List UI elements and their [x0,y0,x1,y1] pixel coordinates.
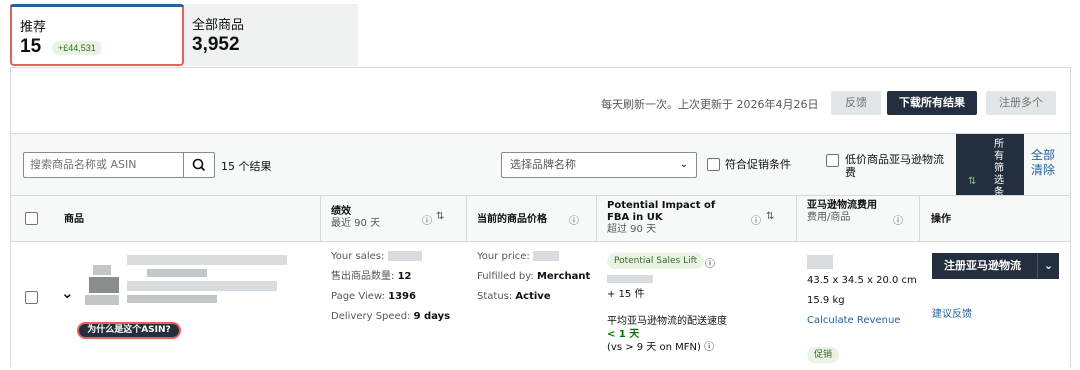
low-price-checkbox-label: 低价商品亚马逊物流费 [845,153,944,179]
revenue-badge: +£44,531 [52,41,102,55]
calculate-revenue-link[interactable]: Calculate Revenue [807,311,917,331]
fee-cell: 43.5 x 34.5 x 20.0 cm 15.9 kg Calculate … [807,271,917,331]
col-impact-title: Potential Impact of FBA in UK [607,200,716,223]
col-price: 当前的商品价格 [477,214,547,225]
clear-all-link[interactable]: 全部清除 [1031,148,1061,178]
product-title[interactable] [127,255,297,311]
status-label: Status: [477,291,513,302]
sales-lift-tag: Potential Sales Lift [607,253,705,269]
info-icon[interactable]: ⓘ [705,255,715,270]
result-count: 15 个结果 [221,160,272,173]
pageview-value: 1396 [388,291,416,302]
search-button[interactable] [183,152,215,178]
tab-all-products[interactable]: 全部商品 3,952 [184,4,358,66]
promo-checkbox[interactable] [707,158,720,171]
tab-recommended-label: 推荐 [20,20,47,35]
register-multiple-button[interactable]: 注册多个 [986,91,1056,115]
col-actions: 操作 [931,214,951,225]
column-divider [919,196,920,242]
sales-label: Your sales: [331,251,385,262]
impact-value-redacted [607,275,653,283]
filter-bar: 搜索商品名称或 ASIN 15 个结果 选择品牌名称 ⌄ 符合促销条件 低价商品… [11,134,1070,198]
info-icon[interactable]: ⓘ [751,212,761,227]
fee-value-redacted [807,255,833,269]
column-divider [466,196,467,242]
all-filters-button[interactable]: ⇅ 所有筛选条 [956,134,1024,198]
info-bar: 每天刷新一次。上次更新于 2026年4月26日 反馈 下载所有结果 注册多个 [11,68,1070,134]
mfn-compare: (vs > 9 天 on MFN) [607,342,701,353]
info-icon[interactable]: ⓘ [569,212,579,227]
filter-sort-icon: ⇅ [968,176,977,187]
register-fba-button[interactable]: 注册亚马逊物流 ⌄ [932,253,1059,279]
recommendations-panel: 每天刷新一次。上次更新于 2026年4月26日 反馈 下载所有结果 注册多个 搜… [10,67,1071,367]
impact-units: + 15 件 [607,289,645,300]
price-label: Your price: [477,251,530,262]
units-value: 12 [397,271,412,282]
info-icon[interactable]: ⓘ [704,342,714,353]
product-image[interactable] [83,263,123,311]
price-value-redacted [532,251,559,261]
row-checkbox[interactable] [25,291,38,304]
col-fee-title: 亚马逊物流费用 [807,200,877,211]
fba-speed-title: 平均亚马逊物流的配送速度 [607,316,727,327]
units-label: 售出商品数量: [331,271,395,282]
summary-tabs: 推荐 15 +£44,531 全部商品 3,952 [10,4,358,66]
col-product: 商品 [64,214,84,225]
sort-icon[interactable]: ⇅ [436,211,444,222]
col-fee: 亚马逊物流费用 费用/商品 [807,200,877,224]
chevron-down-icon: ⌄ [679,159,688,170]
status-value: Active [515,291,551,302]
tab-recommended-count: 15 [20,36,42,57]
search-icon [192,158,206,172]
suggest-feedback-link[interactable]: 建议反馈 [932,305,972,325]
col-performance[interactable]: 绩效 最近 90 天 [331,206,380,230]
chevron-down-icon[interactable]: ⌄ [1037,253,1059,279]
pageview-label: Page View: [331,291,385,302]
register-fba-label: 注册亚马逊物流 [944,259,1021,272]
impact-speed-block: 平均亚马逊物流的配送速度 < 1 天 (vs > 9 天 on MFN) ⓘ [607,315,727,354]
info-icon[interactable]: ⓘ [422,212,432,227]
fulfilled-value: Merchant [536,271,591,282]
column-divider [796,196,797,242]
col-performance-title: 绩效 [331,206,351,217]
promo-checkbox-label: 符合促销条件 [725,158,791,171]
select-all-checkbox[interactable] [25,212,38,225]
sort-icon[interactable]: ⇅ [766,211,774,222]
column-divider [596,196,597,242]
update-note: 每天刷新一次。上次更新于 2026年4月26日 [601,98,819,111]
chevron-down-icon[interactable]: ⌄ [61,284,74,302]
package-weight: 15.9 kg [807,295,845,306]
all-filters-label: 所有筛选条 [994,139,1004,198]
download-all-button[interactable]: 下载所有结果 [887,91,977,115]
col-impact[interactable]: Potential Impact of FBA in UK 超过 90 天 [607,200,737,236]
search-input[interactable]: 搜索商品名称或 ASIN [23,152,184,178]
col-impact-sub: 超过 90 天 [607,224,657,235]
column-divider [320,196,321,242]
promotion-tag: 促销 [807,347,840,363]
table-row: ⌄ 为什么是这个ASIN? Your sales: 售出商品数量: 12 Pag… [11,243,1070,367]
brand-select-placeholder: 选择品牌名称 [510,158,576,171]
info-icon[interactable]: ⓘ [893,212,903,227]
tab-all-products-count: 3,952 [192,34,240,55]
package-dimensions: 43.5 x 34.5 x 20.0 cm [807,275,917,286]
brand-select[interactable]: 选择品牌名称 ⌄ [501,152,697,178]
fba-speed-value: < 1 天 [607,329,640,340]
feedback-button[interactable]: 反馈 [831,91,881,115]
tab-recommended[interactable]: 推荐 15 +£44,531 [10,4,184,66]
why-this-asin-badge[interactable]: 为什么是这个ASIN? [77,322,181,339]
low-price-checkbox[interactable] [826,154,839,167]
tab-all-products-label: 全部商品 [192,18,245,33]
speed-value: 9 days [413,311,451,322]
speed-label: Delivery Speed: [331,311,411,322]
col-performance-sub: 最近 90 天 [331,218,381,229]
col-fee-sub: 费用/商品 [807,212,851,223]
performance-cell: Your sales: 售出商品数量: 12 Page View: 1396 D… [331,247,450,327]
price-cell: Your price: Fulfilled by: Merchant Statu… [477,247,590,307]
table-header: 商品 绩效 最近 90 天 ⓘ ⇅ 当前的商品价格 ⓘ Potential Im… [11,196,1070,242]
fulfilled-label: Fulfilled by: [477,271,534,282]
sales-value-redacted [387,251,422,261]
